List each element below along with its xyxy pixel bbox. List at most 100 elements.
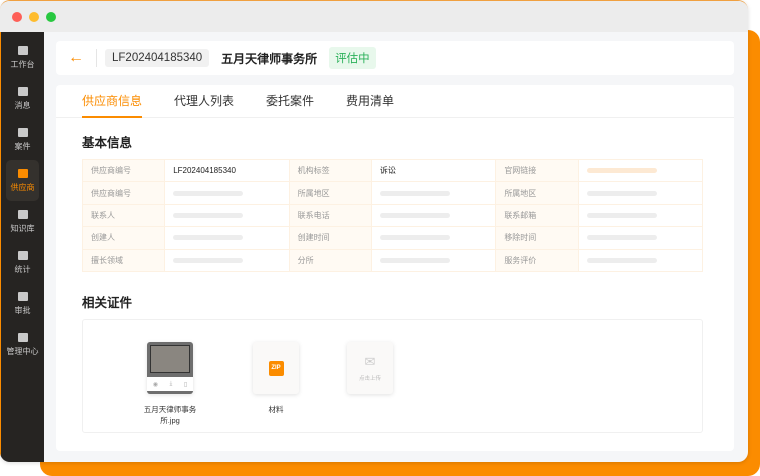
field-value-placeholder xyxy=(371,249,495,271)
back-arrow-icon[interactable]: ← xyxy=(68,49,92,67)
certificate-preview xyxy=(150,345,190,373)
title-bar xyxy=(0,1,748,32)
skeleton-bar xyxy=(173,235,243,240)
field-value-placeholder xyxy=(165,204,289,226)
tab-3[interactable]: 费用清单 xyxy=(346,85,394,118)
main-panel: 供应商信息代理人列表委托案件费用清单 基本信息 供应商编号LF202404185… xyxy=(56,85,734,451)
sidebar-item-0[interactable]: 工作台 xyxy=(6,37,39,78)
sidebar-item-6[interactable]: 审批 xyxy=(6,283,39,324)
header-bar: ← LF202404185340 五月天律师事务所 评估中 xyxy=(56,41,734,75)
file-item[interactable]: ZIP 材料 xyxy=(251,342,301,415)
minimize-window-button[interactable] xyxy=(29,12,39,22)
field-value-placeholder xyxy=(165,249,289,271)
field-value-placeholder xyxy=(578,204,703,226)
nav-icon xyxy=(18,46,28,55)
sidebar-item-label: 知识库 xyxy=(11,223,35,234)
tab-1[interactable]: 代理人列表 xyxy=(174,85,234,118)
image-thumbnail: ◉ ⤓ ▯ xyxy=(147,342,193,394)
upload-box: ✉ 点击上传 xyxy=(347,342,393,394)
field-label: 服务评价 xyxy=(496,249,578,271)
field-label: 所属地区 xyxy=(496,182,578,204)
nav-icon xyxy=(18,292,28,301)
file-name: 五月天律师事务所.jpg xyxy=(144,405,197,425)
field-label: 联系电话 xyxy=(289,204,371,226)
section-title-certs: 相关证件 xyxy=(82,292,132,311)
skeleton-bar xyxy=(587,258,657,263)
field-label: 联系邮箱 xyxy=(496,204,578,226)
delete-icon[interactable]: ▯ xyxy=(184,381,187,388)
skeleton-bar xyxy=(380,235,450,240)
field-value-placeholder xyxy=(578,249,703,271)
zip-thumbnail: ZIP xyxy=(253,342,299,394)
file-name: 材料 xyxy=(269,405,284,414)
skeleton-bar xyxy=(380,213,450,218)
field-label: 擅长领域 xyxy=(83,249,165,271)
tab-bar: 供应商信息代理人列表委托案件费用清单 xyxy=(56,85,734,118)
skeleton-bar xyxy=(173,191,243,196)
status-badge: 评估中 xyxy=(329,47,376,69)
nav-icon xyxy=(18,333,28,342)
maximize-window-button[interactable] xyxy=(46,12,56,22)
field-value-placeholder xyxy=(371,227,495,249)
sidebar-item-label: 管理中心 xyxy=(7,346,39,357)
skeleton-bar xyxy=(173,213,243,218)
nav-icon xyxy=(18,128,28,137)
field-value-placeholder xyxy=(578,182,703,204)
supplier-code: LF202404185340 xyxy=(105,49,209,67)
upload-tray-icon: ✉ xyxy=(365,354,376,370)
skeleton-bar xyxy=(587,191,657,196)
field-label: 创建人 xyxy=(83,227,165,249)
basic-info-table: 供应商编号LF202404185340机构标签诉讼官网链接供应商编号所属地区所属… xyxy=(82,159,703,272)
skeleton-bar xyxy=(587,168,657,173)
skeleton-bar xyxy=(173,258,243,263)
sidebar-item-label: 工作台 xyxy=(11,59,35,70)
sidebar-item-7[interactable]: 管理中心 xyxy=(6,324,39,365)
upload-button[interactable]: ✉ 点击上传 xyxy=(345,342,395,404)
tab-0[interactable]: 供应商信息 xyxy=(82,85,142,118)
supplier-name: 五月天律师事务所 xyxy=(221,50,317,67)
field-value-placeholder xyxy=(371,182,495,204)
divider xyxy=(96,49,97,67)
nav-icon xyxy=(18,87,28,96)
field-label: 官网链接 xyxy=(496,160,578,182)
skeleton-bar xyxy=(587,213,657,218)
sidebar-item-4[interactable]: 知识库 xyxy=(6,201,39,242)
field-label: 联系人 xyxy=(83,204,165,226)
field-label: 分所 xyxy=(289,249,371,271)
section-title-basic: 基本信息 xyxy=(82,132,132,151)
tab-2[interactable]: 委托案件 xyxy=(266,85,314,118)
sidebar-item-label: 案件 xyxy=(15,141,31,152)
sidebar-item-1[interactable]: 消息 xyxy=(6,78,39,119)
sidebar: 工作台消息案件供应商知识库统计审批管理中心 xyxy=(0,32,44,462)
field-value-placeholder xyxy=(165,227,289,249)
field-value: LF202404185340 xyxy=(165,160,289,182)
zip-icon: ZIP xyxy=(269,361,284,376)
download-icon[interactable]: ⤓ xyxy=(170,381,173,388)
sidebar-item-label: 审批 xyxy=(15,305,31,316)
field-label: 供应商编号 xyxy=(83,160,165,182)
field-label: 创建时间 xyxy=(289,227,371,249)
sidebar-item-label: 消息 xyxy=(15,100,31,111)
sidebar-item-5[interactable]: 统计 xyxy=(6,242,39,283)
app-window: 工作台消息案件供应商知识库统计审批管理中心 ← LF202404185340 五… xyxy=(0,0,748,462)
skeleton-bar xyxy=(587,235,657,240)
field-value-placeholder xyxy=(165,182,289,204)
field-value-placeholder xyxy=(578,227,703,249)
skeleton-bar xyxy=(380,191,450,196)
file-item[interactable]: ◉ ⤓ ▯ 五月天律师事务所.jpg xyxy=(135,342,205,426)
table-row: 创建人创建时间移除时间 xyxy=(83,227,703,249)
file-actions: ◉ ⤓ ▯ xyxy=(147,377,193,391)
certificates-panel: ◉ ⤓ ▯ 五月天律师事务所.jpg ZIP 材料 ✉ 点击上传 xyxy=(82,319,703,433)
table-row: 联系人 联系电话 联系邮箱 xyxy=(83,204,703,226)
close-window-button[interactable] xyxy=(12,12,22,22)
nav-icon xyxy=(18,210,28,219)
field-value-placeholder xyxy=(371,204,495,226)
sidebar-item-3[interactable]: 供应商 xyxy=(6,160,39,201)
field-label: 机构标签 xyxy=(289,160,371,182)
sidebar-item-label: 供应商 xyxy=(11,182,35,193)
upload-label: 点击上传 xyxy=(359,374,381,382)
field-label: 供应商编号 xyxy=(83,182,165,204)
preview-icon[interactable]: ◉ xyxy=(153,381,158,388)
sidebar-item-2[interactable]: 案件 xyxy=(6,119,39,160)
sidebar-item-label: 统计 xyxy=(15,264,31,275)
